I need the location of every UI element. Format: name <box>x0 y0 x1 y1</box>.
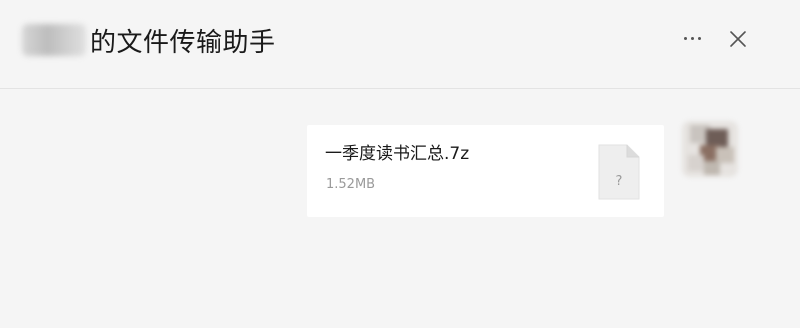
avatar-pixel <box>704 161 720 175</box>
chat-title-text: 的文件传输助手 <box>90 27 276 58</box>
file-size: 1.52MB <box>326 177 376 192</box>
avatar[interactable] <box>682 121 738 177</box>
more-dot <box>690 36 694 40</box>
file-name: 一季度读书汇总.7z <box>325 144 470 164</box>
chat-message-area: 一季度读书汇总.7z 1.52MB ? <box>0 89 800 328</box>
chat-header: 的文件传输助手 <box>0 0 800 89</box>
close-button[interactable] <box>725 26 751 52</box>
more-options-button[interactable] <box>678 28 706 48</box>
more-dot <box>697 36 701 40</box>
more-horizontal-icon <box>683 36 687 40</box>
redacted-contact-name <box>22 24 86 56</box>
unknown-file-icon: ? <box>598 144 640 200</box>
chat-title: 的文件传输助手 <box>22 18 276 62</box>
file-message-bubble[interactable]: 一季度读书汇总.7z 1.52MB ? <box>307 125 664 217</box>
avatar-pixel <box>688 155 704 171</box>
file-icon-glyph: ? <box>616 174 623 189</box>
close-icon <box>730 31 746 47</box>
